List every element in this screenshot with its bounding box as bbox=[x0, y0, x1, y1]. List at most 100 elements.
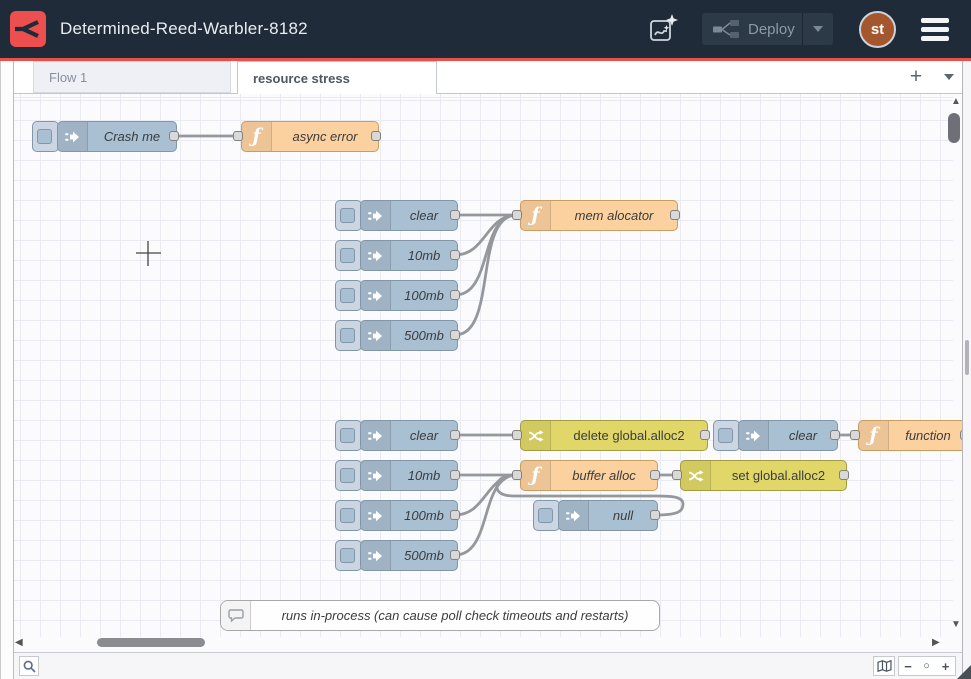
output-port[interactable] bbox=[450, 470, 460, 480]
output-port[interactable] bbox=[450, 510, 460, 520]
tab-flow-1[interactable]: Flow 1 bbox=[33, 61, 231, 93]
node-set-global-alloc2[interactable]: set global.alloc2 bbox=[680, 460, 847, 491]
output-port[interactable] bbox=[450, 550, 460, 560]
node-buffer-alloc[interactable]: ƒbuffer alloc bbox=[520, 460, 658, 491]
node-icon-region bbox=[361, 321, 391, 350]
node-100mb-1[interactable]: 100mb bbox=[360, 280, 458, 311]
inject-trigger-button-null[interactable] bbox=[533, 500, 560, 531]
inject-trigger-button-500mb-1[interactable] bbox=[335, 320, 362, 351]
output-port[interactable] bbox=[450, 250, 460, 260]
input-port[interactable] bbox=[850, 430, 860, 440]
node-label: clear bbox=[769, 421, 837, 450]
header: Determined-Reed-Warbler-8182 Deploy st bbox=[0, 0, 971, 58]
node-function[interactable]: ƒfunction bbox=[858, 420, 962, 451]
inject-trigger-button-clear-3[interactable] bbox=[713, 420, 740, 451]
deploy-button[interactable]: Deploy bbox=[702, 13, 833, 45]
node-label: 100mb bbox=[391, 501, 457, 530]
ai-assistant-icon[interactable] bbox=[645, 11, 681, 47]
output-port[interactable] bbox=[169, 131, 179, 141]
flowfuse-logo-icon[interactable] bbox=[10, 11, 46, 47]
flow-canvas[interactable]: ▲ ▼ ◀ ▶ Crash me ƒasync error clear 10mb 100… bbox=[14, 94, 962, 652]
node-500mb-1[interactable]: 500mb bbox=[360, 320, 458, 351]
output-port[interactable] bbox=[450, 330, 460, 340]
node-mem-alocator[interactable]: ƒ mem alocator bbox=[520, 200, 678, 231]
output-port[interactable] bbox=[700, 430, 710, 440]
zoom-reset-button[interactable]: ○ bbox=[917, 656, 937, 676]
inject-trigger-pad bbox=[37, 129, 52, 144]
output-port[interactable] bbox=[450, 210, 460, 220]
node-clear-2[interactable]: clear bbox=[360, 420, 458, 451]
scroll-left-icon[interactable]: ◀ bbox=[15, 638, 23, 648]
corner-resize-grip[interactable] bbox=[957, 665, 971, 679]
inject-arrow-icon bbox=[368, 208, 384, 224]
input-port[interactable] bbox=[672, 470, 682, 480]
search-button[interactable] bbox=[19, 656, 39, 676]
main-menu-icon[interactable] bbox=[921, 18, 949, 41]
wire-10mb-1-to-mem-alocator[interactable] bbox=[455, 215, 517, 255]
node-comment-note[interactable]: runs in-process (can cause poll check ti… bbox=[220, 600, 660, 631]
output-port[interactable] bbox=[450, 430, 460, 440]
output-port[interactable] bbox=[450, 290, 460, 300]
node-null[interactable]: null bbox=[558, 500, 658, 531]
inject-trigger-pad bbox=[340, 328, 355, 343]
inject-arrow-icon bbox=[368, 248, 384, 264]
zoom-out-button[interactable]: − bbox=[898, 656, 918, 676]
sidebar-grip[interactable] bbox=[965, 340, 969, 375]
user-avatar[interactable]: st bbox=[859, 11, 896, 48]
output-port[interactable] bbox=[650, 510, 660, 520]
h-scrollbar-thumb[interactable] bbox=[97, 638, 205, 647]
inject-arrow-icon bbox=[746, 428, 762, 444]
node-500mb-2[interactable]: 500mb bbox=[360, 540, 458, 571]
inject-trigger-button-500mb-2[interactable] bbox=[335, 540, 362, 571]
node-icon-region bbox=[361, 501, 391, 530]
node-clear-1[interactable]: clear bbox=[360, 200, 458, 231]
inject-arrow-icon bbox=[65, 129, 81, 145]
node-clear-3[interactable]: clear bbox=[738, 420, 838, 451]
node-label: clear bbox=[391, 421, 457, 450]
input-port[interactable] bbox=[233, 131, 243, 141]
inject-trigger-button-100mb-1[interactable] bbox=[335, 280, 362, 311]
inject-trigger-button-clear-2[interactable] bbox=[335, 420, 362, 451]
node-100mb-2[interactable]: 100mb bbox=[360, 500, 458, 531]
node-10mb-2[interactable]: 10mb bbox=[360, 460, 458, 491]
add-flow-button[interactable]: + bbox=[905, 66, 927, 88]
node-crash-me[interactable]: Crash me bbox=[57, 121, 177, 152]
output-port[interactable] bbox=[839, 470, 849, 480]
tab-resource-stress[interactable]: resource stress bbox=[237, 61, 437, 94]
sidebar-splitter[interactable] bbox=[962, 61, 971, 679]
deploy-menu-caret[interactable] bbox=[803, 26, 833, 32]
node-10mb-1[interactable]: 10mb bbox=[360, 240, 458, 271]
scroll-down-icon[interactable]: ▼ bbox=[951, 620, 961, 630]
output-port[interactable] bbox=[960, 430, 962, 440]
node-label: 500mb bbox=[391, 321, 457, 350]
node-delete-global-alloc2[interactable]: delete global.alloc2 bbox=[520, 420, 708, 451]
inject-trigger-button-crash-me[interactable] bbox=[32, 121, 59, 152]
output-port[interactable] bbox=[371, 131, 381, 141]
inject-arrow-icon bbox=[566, 508, 582, 524]
v-scrollbar-thumb[interactable] bbox=[948, 113, 960, 143]
tab-list-menu-button[interactable] bbox=[939, 74, 959, 84]
node-icon-region bbox=[58, 122, 88, 151]
node-label: mem alocator bbox=[551, 201, 677, 230]
scroll-up-icon[interactable]: ▲ bbox=[951, 97, 961, 107]
inject-arrow-icon bbox=[368, 508, 384, 524]
inject-trigger-button-clear-1[interactable] bbox=[335, 200, 362, 231]
input-port[interactable] bbox=[512, 210, 522, 220]
scroll-right-icon[interactable]: ▶ bbox=[932, 638, 940, 648]
node-label: runs in-process (can cause poll check ti… bbox=[251, 601, 659, 630]
output-port[interactable] bbox=[650, 470, 660, 480]
inject-trigger-button-10mb-1[interactable] bbox=[335, 240, 362, 271]
inject-trigger-pad bbox=[718, 428, 733, 443]
input-port[interactable] bbox=[512, 430, 522, 440]
node-icon-region: ƒ bbox=[242, 122, 272, 151]
input-port[interactable] bbox=[512, 470, 522, 480]
output-port[interactable] bbox=[670, 210, 680, 220]
zoom-in-button[interactable]: + bbox=[936, 656, 956, 676]
node-async-error[interactable]: ƒasync error bbox=[241, 121, 379, 152]
navigator-button[interactable] bbox=[873, 656, 895, 676]
inject-trigger-button-100mb-2[interactable] bbox=[335, 500, 362, 531]
function-icon: ƒ bbox=[531, 206, 539, 225]
output-port[interactable] bbox=[830, 430, 840, 440]
palette-strip[interactable] bbox=[0, 61, 14, 679]
inject-trigger-button-10mb-2[interactable] bbox=[335, 460, 362, 491]
